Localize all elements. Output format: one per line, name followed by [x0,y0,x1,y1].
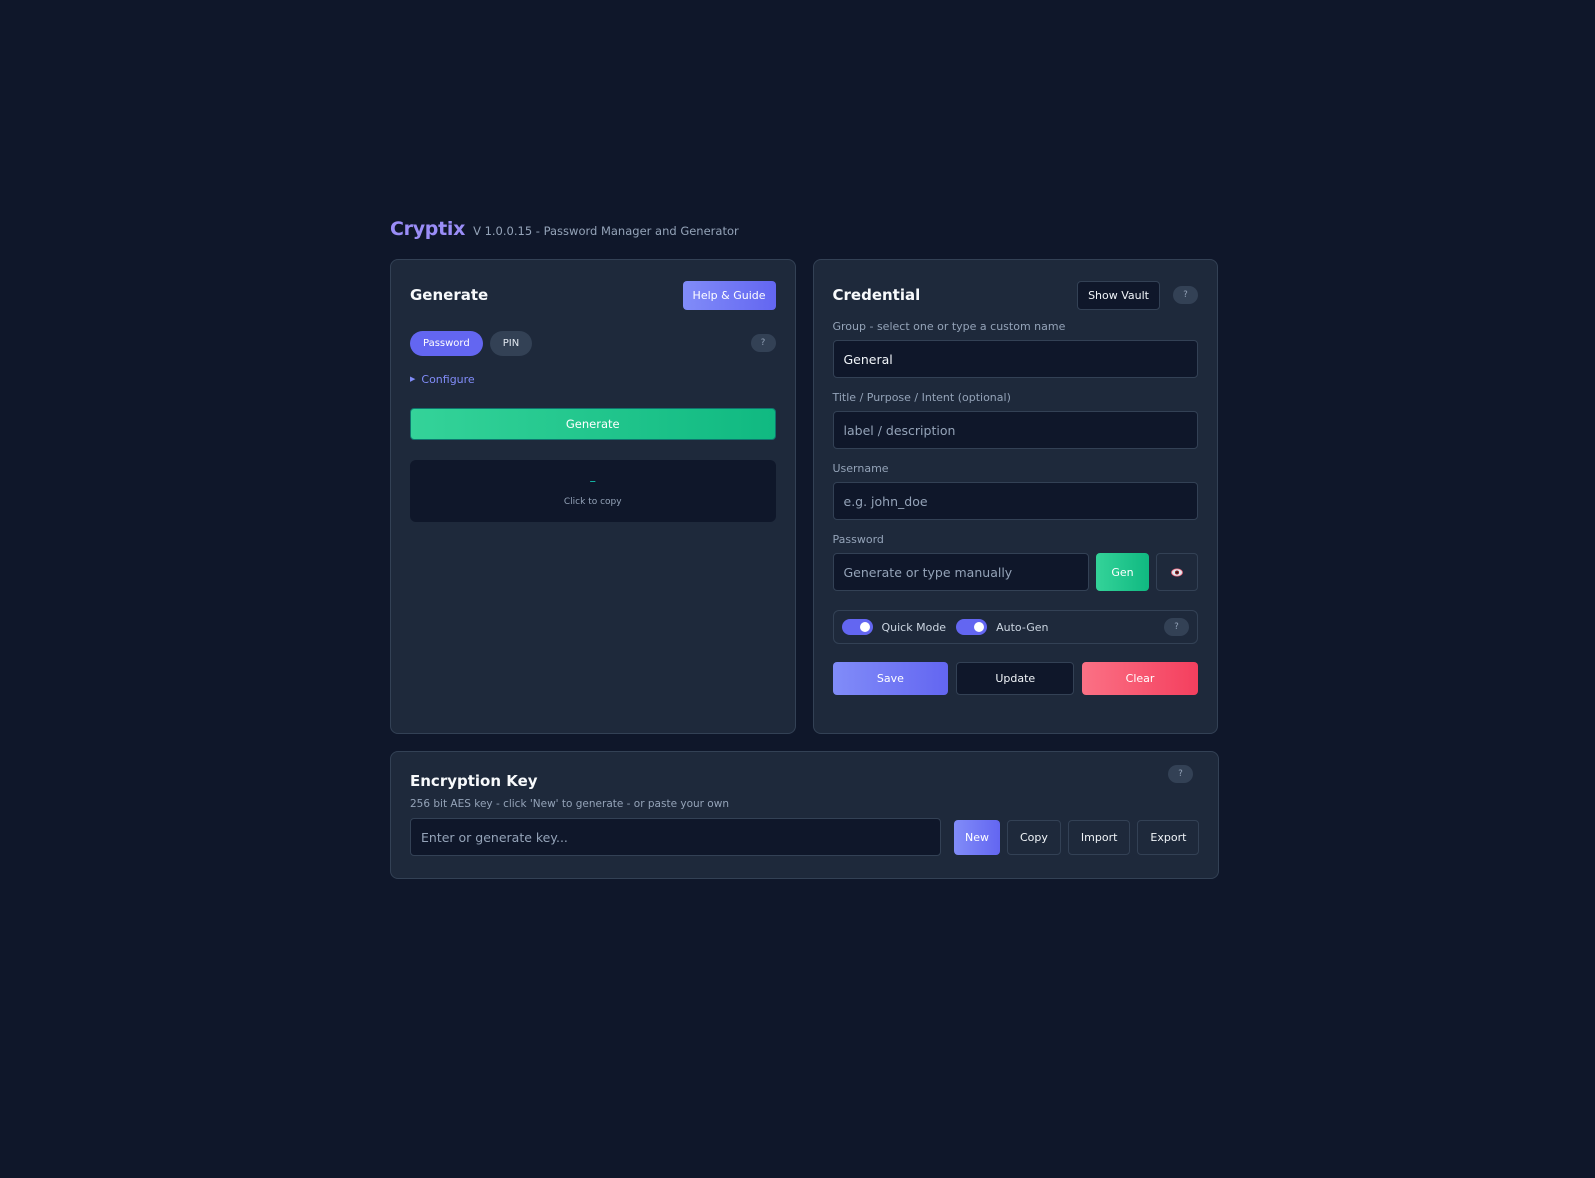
generate-panel: Generate Help & Guide Password PIN ? ▶ C… [390,259,796,734]
caret-right-icon: ▶ [410,375,416,383]
import-key-button[interactable]: Import [1067,819,1131,855]
generated-output[interactable]: – Click to copy [410,460,776,522]
encryption-key-input[interactable] [410,818,941,856]
generate-button[interactable]: Generate [410,408,776,440]
mode-password-pill[interactable]: Password [410,330,483,356]
encryption-title: Encryption Key [410,772,538,790]
show-vault-button[interactable]: Show Vault [1077,280,1160,310]
show-password-button[interactable] [1156,553,1198,591]
title-label: Title / Purpose / Intent (optional) [832,391,1011,404]
generate-header: Generate Help & Guide [410,280,776,310]
quick-mode-toggle[interactable] [841,619,873,635]
encryption-panel: ? Encryption Key 256 bit AES key - click… [390,751,1219,879]
quick-mode-label: Quick Mode [881,620,947,634]
generated-value: – [589,474,597,489]
app-subtitle: V 1.0.0.15 - Password Manager and Genera… [473,224,739,238]
copy-key-button[interactable]: Copy [1007,819,1061,855]
app: Cryptix V 1.0.0.15 - Password Manager an… [390,218,1219,879]
configure-toggle[interactable]: ▶ Configure [410,369,776,389]
auto-gen-label: Auto-Gen [996,620,1049,634]
new-key-button[interactable]: New [954,819,1000,855]
export-key-button[interactable]: Export [1137,819,1200,855]
password-row: Gen [832,553,1198,591]
username-input[interactable] [832,482,1198,520]
main-row: Generate Help & Guide Password PIN ? ▶ C… [390,259,1218,734]
encryption-row: New Copy Import Export [410,818,1200,856]
encryption-description: 256 bit AES key - click 'New' to generat… [410,798,729,810]
title-input[interactable] [832,411,1198,449]
generate-title: Generate [410,286,489,304]
clear-button[interactable]: Clear [1082,662,1198,695]
group-input[interactable] [832,340,1198,378]
mode-selector: Password PIN ? [410,330,776,356]
encryption-help-icon[interactable]: ? [1168,765,1193,783]
header: Cryptix V 1.0.0.15 - Password Manager an… [390,218,1218,244]
credential-action-row: Save Update Clear [832,662,1199,695]
mode-toggles: Quick Mode Auto-Gen ? [832,610,1198,644]
credential-panel: Credential Show Vault ? Group - select o… [812,259,1218,734]
password-label: Password [832,533,884,546]
eye-icon [1171,568,1183,576]
gen-button[interactable]: Gen [1096,553,1149,591]
credential-header: Credential Show Vault ? [832,280,1198,310]
update-button[interactable]: Update [956,662,1075,695]
mode-pin-pill[interactable]: PIN [489,330,533,356]
credential-title: Credential [832,286,921,304]
credential-help-icon[interactable]: ? [1173,286,1198,304]
username-label: Username [832,462,889,475]
auto-gen-toggle[interactable] [956,619,988,635]
configure-label: Configure [421,372,475,386]
save-button[interactable]: Save [832,662,949,695]
password-input[interactable] [832,553,1089,591]
generate-help-icon[interactable]: ? [750,334,776,352]
credential-actions: Show Vault ? [1077,280,1198,310]
toggles-help-icon[interactable]: ? [1164,618,1189,636]
copy-hint: Click to copy [563,497,622,507]
group-label: Group - select one or type a custom name [832,320,1066,333]
app-logo: Cryptix [390,218,466,240]
help-guide-button[interactable]: Help & Guide [682,280,776,310]
